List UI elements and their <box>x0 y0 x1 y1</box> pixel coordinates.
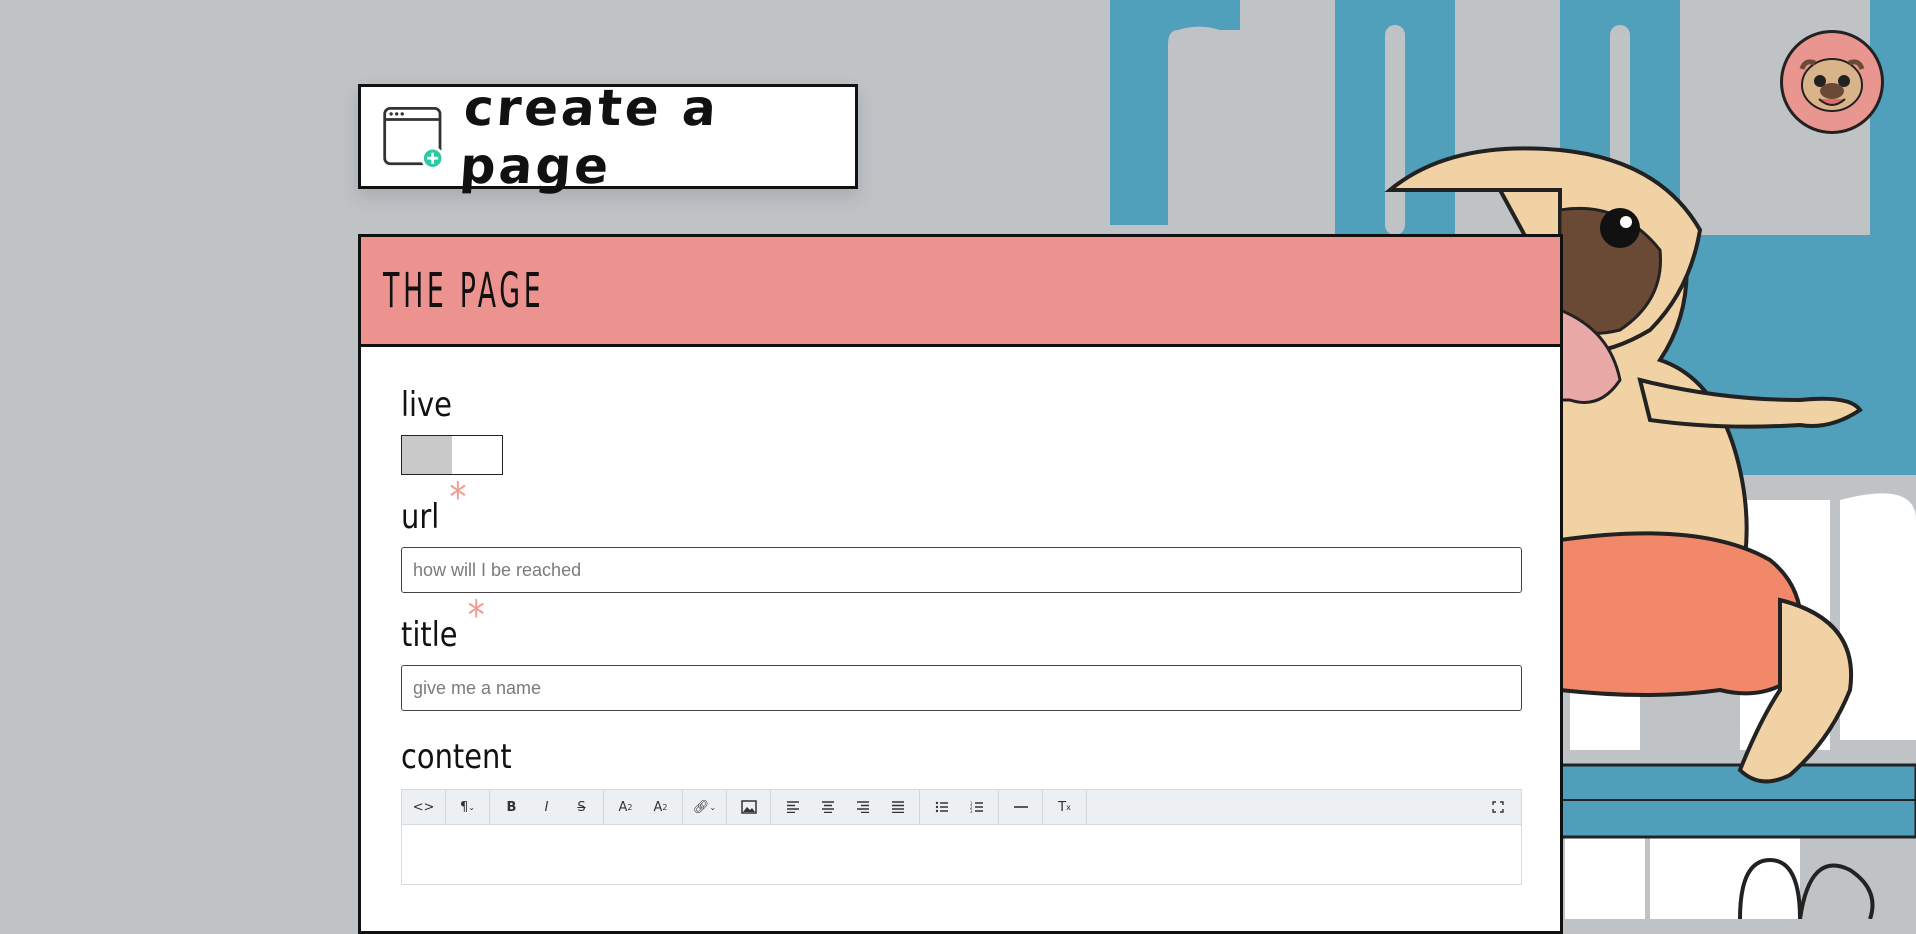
live-toggle[interactable] <box>401 435 503 475</box>
toolbar-group-align <box>771 790 920 824</box>
required-mark: * <box>467 593 485 639</box>
toggle-track <box>452 436 502 474</box>
live-label: live <box>401 385 452 425</box>
title-label-text: title <box>401 615 458 655</box>
user-avatar[interactable] <box>1780 30 1884 134</box>
page-form: THE PAGE live url * title * content <box>358 234 1563 934</box>
new-window-icon <box>383 106 445 170</box>
form-section-header: THE PAGE <box>361 237 1560 347</box>
content-label: content <box>401 737 512 777</box>
align-left-icon[interactable] <box>775 790 810 824</box>
title-input[interactable] <box>401 665 1522 711</box>
page-title-card: create a page <box>358 79 858 195</box>
url-label-text: url <box>401 497 440 537</box>
live-field: live <box>401 385 1520 475</box>
content-field: content <> ¶ ⌄ B I S A2 A2 🔗︎ ⌄ 1 2 3 T … <box>401 737 1522 885</box>
pug-face-icon <box>1799 58 1865 112</box>
subscript-icon[interactable]: A2 <box>643 790 678 824</box>
strikethrough-icon[interactable]: S <box>564 790 599 824</box>
italic-icon[interactable]: I <box>529 790 564 824</box>
unordered-list-icon[interactable] <box>924 790 959 824</box>
align-justify-icon[interactable] <box>880 790 915 824</box>
superscript-icon[interactable]: A2 <box>608 790 643 824</box>
toolbar-group-media <box>727 790 771 824</box>
toolbar-group-style: B I S <box>490 790 604 824</box>
svg-text:3: 3 <box>970 809 973 813</box>
fullscreen-icon[interactable] <box>1480 790 1515 824</box>
toolbar-group-link: 🔗︎ ⌄ <box>683 790 727 824</box>
content-editor[interactable] <box>401 825 1522 885</box>
toggle-knob <box>402 436 452 474</box>
image-icon[interactable] <box>731 790 766 824</box>
toolbar-group-lists: 123 <box>920 790 999 824</box>
align-right-icon[interactable] <box>845 790 880 824</box>
toolbar-group-format: ¶ ⌄ <box>446 790 490 824</box>
toolbar-group-view: <> <box>402 790 446 824</box>
ordered-list-icon[interactable]: 123 <box>959 790 994 824</box>
form-body: live url * title * content <> <box>361 347 1560 885</box>
toolbar-group-script: A2 A2 <box>604 790 683 824</box>
url-label: url * <box>401 475 466 537</box>
align-center-icon[interactable] <box>810 790 845 824</box>
url-field: url * <box>401 475 1522 593</box>
title-label: title * <box>401 593 485 655</box>
editor-toolbar: <> ¶ ⌄ B I S A2 A2 🔗︎ ⌄ 1 2 3 T x <box>401 789 1522 825</box>
clear-formatting-icon[interactable]: Tx <box>1047 790 1082 824</box>
required-mark: * <box>449 475 467 521</box>
toolbar-group-clear: Tx <box>1043 790 1087 824</box>
code-view-icon[interactable]: <> <box>406 790 441 824</box>
url-input[interactable] <box>401 547 1522 593</box>
link-icon[interactable]: 🔗︎ ⌄ <box>687 790 722 824</box>
section-title: THE PAGE <box>383 262 545 319</box>
title-field: title * <box>401 593 1522 711</box>
toolbar-group-rule <box>999 790 1043 824</box>
page-title: create a page <box>457 78 721 195</box>
horizontal-rule-icon[interactable] <box>1003 790 1038 824</box>
bold-icon[interactable]: B <box>494 790 529 824</box>
paragraph-format-icon[interactable]: ¶ ⌄ <box>450 790 485 824</box>
